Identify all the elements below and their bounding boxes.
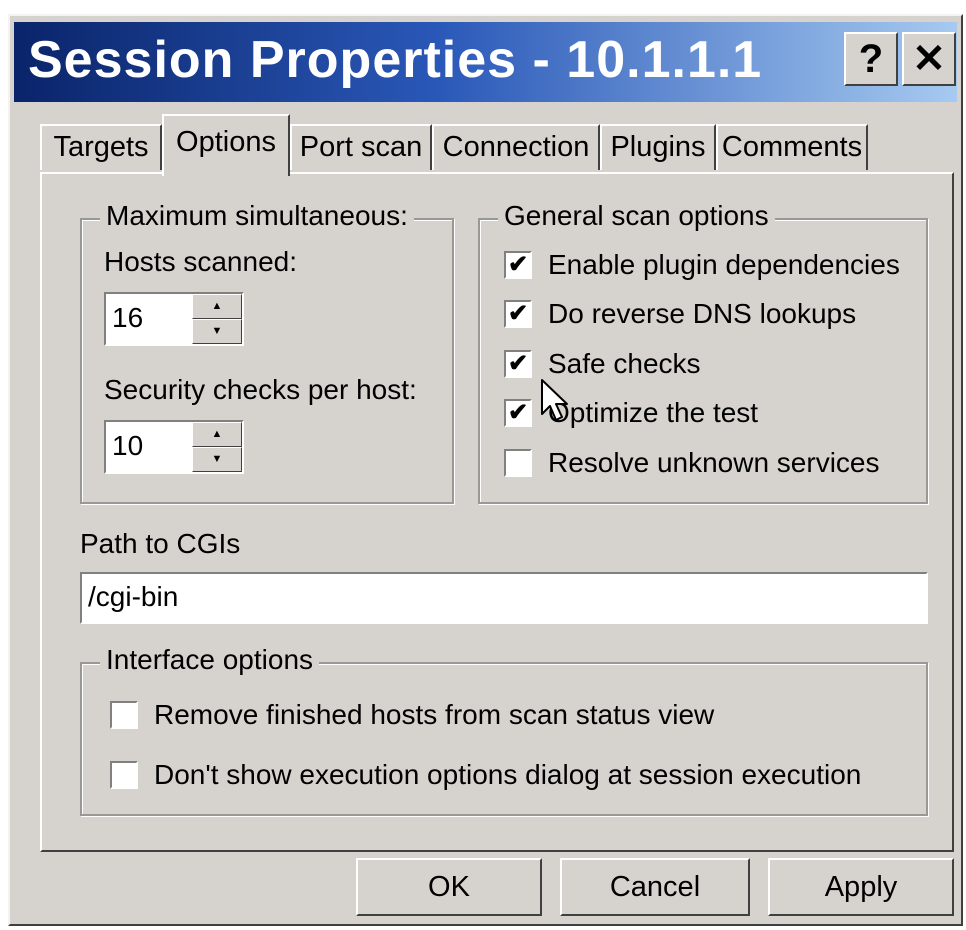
checkbox[interactable]: ✔ <box>504 300 532 328</box>
checkbox-label[interactable]: Optimize the test <box>548 396 758 430</box>
interface-options-group: Interface options Remove finished hosts … <box>80 644 928 816</box>
general-scan-options-legend: General scan options <box>498 200 775 232</box>
apply-button[interactable]: Apply <box>768 858 954 916</box>
cgi-path-label: Path to CGIs <box>80 528 241 559</box>
spin-up-icon[interactable]: ▲ <box>192 294 242 319</box>
security-checks-label: Security checks per host: <box>104 374 417 405</box>
tab-port-scan[interactable]: Port scan <box>290 124 432 170</box>
session-properties-dialog: Session Properties - 10.1.1.1 ? ✕ Target… <box>8 14 963 926</box>
hosts-scanned-spinner[interactable]: 16 ▲ ▼ <box>104 292 244 346</box>
cgi-path-input[interactable]: /cgi-bin <box>80 572 928 624</box>
checkbox[interactable]: ✔ <box>504 350 532 378</box>
close-button[interactable]: ✕ <box>902 32 956 86</box>
tab-connection[interactable]: Connection <box>432 124 600 170</box>
checkbox[interactable] <box>110 761 138 789</box>
tab-comments[interactable]: Comments <box>716 124 868 170</box>
general-scan-options-group: General scan options ✔ Enable plugin dep… <box>478 200 928 504</box>
hosts-scanned-value[interactable]: 16 <box>112 302 143 334</box>
ok-button[interactable]: OK <box>356 858 542 916</box>
security-checks-spinner[interactable]: 10 ▲ ▼ <box>104 420 244 474</box>
spin-down-icon[interactable]: ▼ <box>192 447 242 472</box>
tab-options[interactable]: Options <box>162 114 290 176</box>
interface-options-legend: Interface options <box>100 644 320 676</box>
checkbox[interactable] <box>504 449 532 477</box>
checkbox-label[interactable]: Resolve unknown services <box>548 446 880 480</box>
hosts-scanned-label: Hosts scanned: <box>104 246 297 277</box>
help-button[interactable]: ? <box>844 32 898 86</box>
max-simultaneous-group: Maximum simultaneous: Hosts scanned: 16 … <box>80 200 454 504</box>
window-title: Session Properties - 10.1.1.1 <box>28 31 763 89</box>
checkbox-label[interactable]: Remove finished hosts from scan status v… <box>154 698 714 732</box>
checkbox[interactable] <box>110 701 138 729</box>
security-checks-value[interactable]: 10 <box>112 430 143 462</box>
options-panel: Maximum simultaneous: Hosts scanned: 16 … <box>40 172 954 852</box>
tab-targets[interactable]: Targets <box>40 124 162 170</box>
checkbox[interactable]: ✔ <box>504 399 532 427</box>
max-simultaneous-legend: Maximum simultaneous: <box>100 200 414 232</box>
cancel-button[interactable]: Cancel <box>560 858 750 916</box>
checkbox-label[interactable]: Enable plugin dependencies <box>548 248 900 282</box>
checkbox-label[interactable]: Don't show execution options dialog at s… <box>154 758 861 792</box>
spin-down-icon[interactable]: ▼ <box>192 319 242 344</box>
checkbox-label[interactable]: Safe checks <box>548 347 701 381</box>
checkbox-label[interactable]: Do reverse DNS lookups <box>548 297 856 331</box>
title-bar[interactable]: Session Properties - 10.1.1.1 ? ✕ <box>14 22 957 102</box>
mouse-pointer-icon <box>541 379 568 421</box>
spin-up-icon[interactable]: ▲ <box>192 422 242 447</box>
checkbox[interactable]: ✔ <box>504 251 532 279</box>
tab-plugins[interactable]: Plugins <box>600 124 716 170</box>
